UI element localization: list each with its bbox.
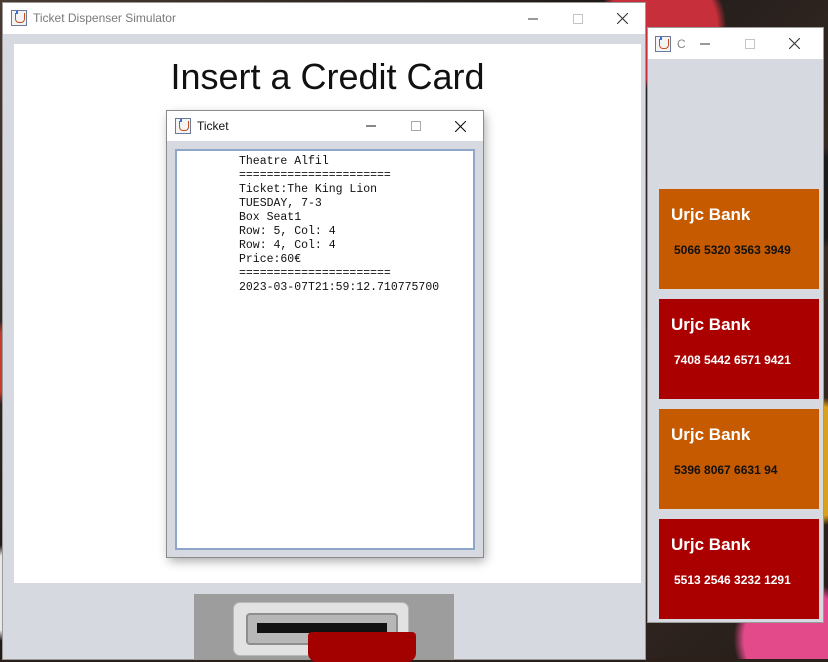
bank-name: Urjc Bank bbox=[671, 205, 751, 224]
ticket-line-price: Price:60€ bbox=[239, 253, 302, 266]
bank-name: Urjc Bank bbox=[671, 315, 751, 334]
minimize-icon bbox=[365, 125, 376, 127]
close-icon bbox=[617, 13, 628, 24]
ticket-line-date: TUESDAY, 7-3 bbox=[239, 197, 322, 210]
java-app-icon bbox=[11, 10, 27, 26]
maximize-button[interactable] bbox=[555, 3, 600, 34]
ticket-line-seat-type: Box Seat1 bbox=[239, 211, 302, 224]
credit-card[interactable]: Urjc Bank 5066 5320 3563 3949 bbox=[659, 189, 819, 289]
credit-card[interactable]: Urjc Bank 5396 8067 6631 94 bbox=[659, 409, 819, 509]
main-titlebar[interactable]: Ticket Dispenser Simulator bbox=[3, 3, 645, 34]
close-icon bbox=[455, 120, 466, 132]
ticket-maximize-button[interactable] bbox=[393, 111, 438, 141]
cards-minimize-button[interactable] bbox=[682, 28, 727, 59]
bank-name: Urjc Bank bbox=[671, 425, 751, 444]
minimize-icon bbox=[699, 43, 710, 44]
java-app-icon bbox=[655, 36, 671, 52]
close-icon bbox=[789, 38, 800, 49]
ticket-line-theatre: Theatre Alfil bbox=[239, 155, 329, 168]
cards-titlebar[interactable]: C bbox=[648, 28, 823, 59]
ticket-window: Ticket Theatre Alfil ===================… bbox=[167, 111, 483, 557]
insert-card-heading: Insert a Credit Card bbox=[170, 56, 485, 97]
credit-card[interactable]: Urjc Bank 5513 2546 3232 1291 bbox=[659, 519, 819, 619]
cards-maximize-button[interactable] bbox=[727, 28, 772, 59]
credit-card[interactable]: Urjc Bank 7408 5442 6571 9421 bbox=[659, 299, 819, 399]
card-number: 5396 8067 6631 94 bbox=[674, 463, 778, 477]
ticket-line-seat: Row: 4, Col: 4 bbox=[239, 239, 336, 252]
minimize-icon bbox=[527, 18, 538, 19]
ticket-window-title: Ticket bbox=[197, 119, 229, 133]
ticket-titlebar[interactable]: Ticket bbox=[167, 111, 483, 141]
window-title: Ticket Dispenser Simulator bbox=[33, 11, 176, 25]
maximize-icon bbox=[744, 38, 755, 49]
ticket-separator: ====================== bbox=[239, 267, 391, 280]
close-button[interactable] bbox=[600, 3, 645, 34]
inserted-card bbox=[308, 632, 416, 662]
ticket-separator: ====================== bbox=[239, 169, 391, 182]
minimize-button[interactable] bbox=[510, 3, 555, 34]
ticket-line-show: Ticket:The King Lion bbox=[239, 183, 378, 196]
ticket-minimize-button[interactable] bbox=[348, 111, 393, 141]
card-number: 5513 2546 3232 1291 bbox=[674, 573, 791, 587]
card-slot bbox=[233, 602, 416, 662]
credit-cards-window: C Urjc Bank 5066 5320 3563 3949 Urjc Ban… bbox=[648, 28, 823, 622]
ticket-line-timestamp: 2023-03-07T21:59:12.710775700 bbox=[239, 281, 440, 294]
maximize-icon bbox=[572, 13, 583, 24]
ticket-line-seat: Row: 5, Col: 4 bbox=[239, 225, 336, 238]
maximize-icon bbox=[410, 121, 421, 131]
java-app-icon bbox=[175, 118, 191, 134]
card-number: 7408 5442 6571 9421 bbox=[674, 353, 791, 367]
ticket-text-area[interactable]: Theatre Alfil ====================== Tic… bbox=[175, 149, 475, 550]
card-number: 5066 5320 3563 3949 bbox=[674, 243, 791, 257]
bank-name: Urjc Bank bbox=[671, 535, 751, 554]
card-slot-area[interactable] bbox=[194, 594, 454, 662]
ticket-close-button[interactable] bbox=[438, 111, 483, 141]
cards-close-button[interactable] bbox=[772, 28, 817, 59]
